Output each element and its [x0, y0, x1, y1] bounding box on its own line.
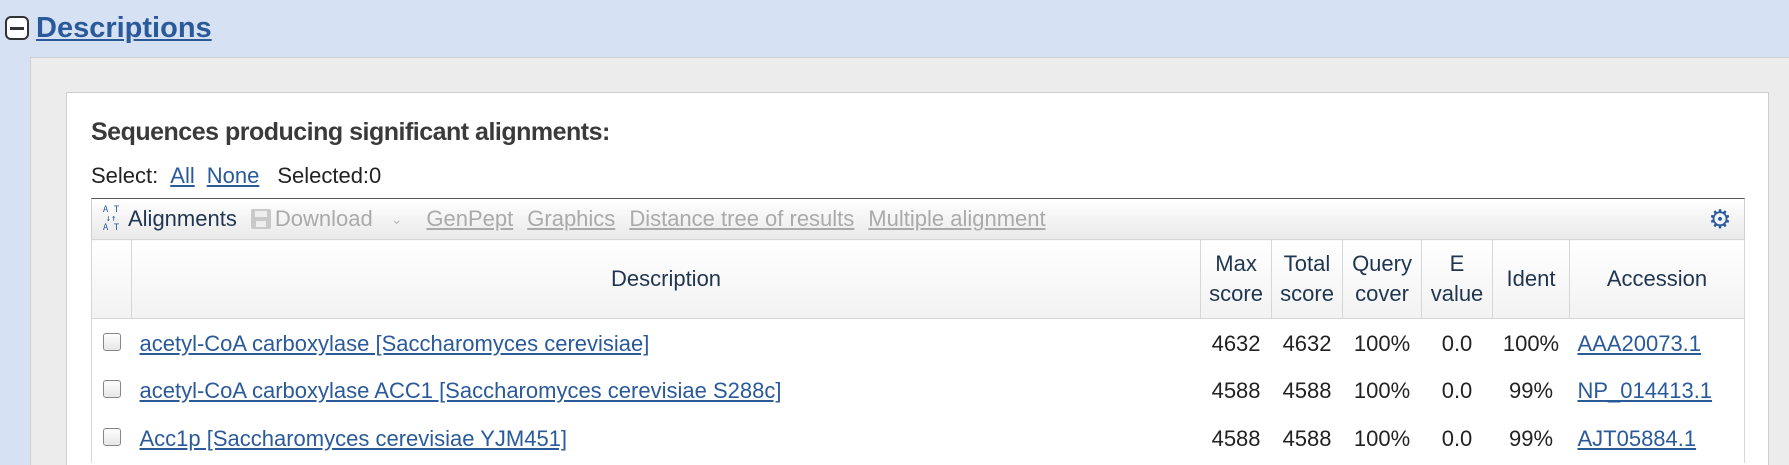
description-link[interactable]: acetyl-CoA carboxylase ACC1 [Saccharomyc…: [139, 378, 781, 403]
query-cover-cell: 100%: [1353, 377, 1411, 403]
selected-count: Selected:0: [277, 163, 382, 188]
total-score-cell: 4632: [1282, 330, 1332, 356]
total-score-cell: 4588: [1282, 377, 1332, 403]
graphics-link[interactable]: Graphics: [527, 206, 615, 232]
results-table: Description Max score Total score Query cov…: [91, 239, 1746, 463]
max-score-cell: 4632: [1211, 330, 1261, 356]
accession-link[interactable]: AAA20073.1: [1577, 331, 1701, 356]
description-link[interactable]: Acc1p [Saccharomyces cerevisiae YJM451]: [139, 426, 567, 451]
header-query-cover[interactable]: Query cover: [1342, 239, 1423, 319]
query-cover-cell: 100%: [1353, 425, 1411, 451]
floppy-disk-icon: [250, 209, 271, 229]
multiple-alignment-link[interactable]: Multiple alignment: [868, 206, 1045, 232]
description-link[interactable]: acetyl-CoA carboxylase [Saccharomyces ce…: [139, 331, 649, 356]
header-ident[interactable]: Ident: [1492, 239, 1570, 319]
download-label: Download: [274, 206, 373, 231]
select-all-link[interactable]: All: [170, 163, 194, 189]
header-description[interactable]: Description: [130, 239, 1202, 319]
header-max-score[interactable]: Max score: [1200, 239, 1273, 319]
select-row: Select: All None Selected:0: [91, 163, 381, 189]
max-score-cell: 4588: [1211, 425, 1261, 451]
header-select: [91, 239, 132, 319]
minus-box-icon[interactable]: [5, 16, 29, 40]
e-value-cell: 0.0: [1441, 425, 1473, 451]
accession-link[interactable]: NP_014413.1: [1577, 378, 1712, 403]
row-checkbox[interactable]: [102, 332, 121, 351]
gear-icon[interactable]: ⚙: [1708, 206, 1732, 232]
chevron-down-icon[interactable]: ⌄: [391, 211, 403, 228]
row-checkbox[interactable]: [102, 379, 121, 398]
results-heading: Sequences producing significant alignmen…: [91, 118, 610, 146]
table-row: acetyl-CoA carboxylase [Saccharomyces ce…: [91, 318, 1746, 367]
alignments-button[interactable]: A T ↓↑ A T Alignments: [102, 204, 237, 233]
results-toolbar: A T ↓↑ A T Alignments Download ⌄ GenPept G…: [91, 198, 1745, 239]
header-accession[interactable]: Accession: [1568, 239, 1746, 319]
e-value-cell: 0.0: [1441, 330, 1473, 356]
distance-tree-link[interactable]: Distance tree of results: [629, 206, 854, 232]
section-title-link[interactable]: Descriptions: [36, 12, 212, 45]
select-label: Select:: [91, 163, 159, 188]
row-checkbox[interactable]: [102, 427, 121, 446]
header-e-value[interactable]: Evalue: [1421, 239, 1493, 319]
ident-cell: 99%: [1508, 377, 1554, 403]
query-cover-cell: 100%: [1353, 330, 1411, 356]
total-score-cell: 4588: [1282, 425, 1332, 451]
table-row: acetyl-CoA carboxylase ACC1 [Saccharomyc…: [91, 366, 1746, 415]
accession-link[interactable]: AJT05884.1: [1577, 426, 1696, 451]
genpept-link[interactable]: GenPept: [426, 206, 513, 232]
ident-cell: 99%: [1508, 425, 1554, 451]
select-none-link[interactable]: None: [207, 163, 260, 189]
alignment-icon: A T ↓↑ A T: [102, 204, 120, 233]
alignments-label: Alignments: [128, 206, 237, 231]
header-total-score[interactable]: Total score: [1271, 239, 1344, 319]
e-value-cell: 0.0: [1441, 377, 1473, 403]
section-header: Descriptions: [0, 0, 1789, 57]
max-score-cell: 4588: [1211, 377, 1261, 403]
ident-cell: 100%: [1502, 330, 1560, 356]
table-header-row: Description Max score Total score Query cov…: [91, 239, 1746, 319]
table-row: Acc1p [Saccharomyces cerevisiae YJM451] …: [91, 414, 1746, 463]
download-button[interactable]: Download ⌄: [250, 206, 413, 232]
